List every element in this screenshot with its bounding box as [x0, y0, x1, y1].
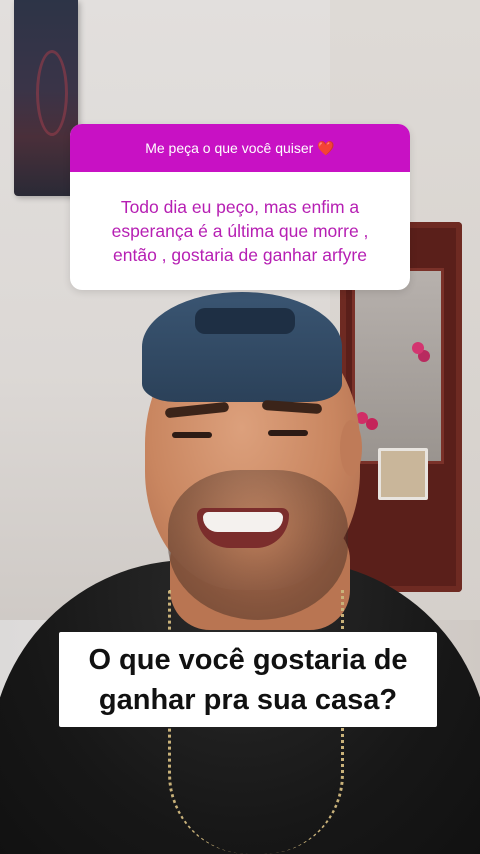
caption-text: O que você gostaria de ganhar pra sua ca… — [88, 643, 408, 716]
person-teeth — [203, 512, 283, 532]
wall-tapestry — [14, 0, 78, 196]
heart-icon: ❤️ — [317, 139, 335, 156]
video-caption: O que você gostaria de ganhar pra sua ca… — [59, 632, 437, 727]
right-eye — [268, 430, 308, 436]
question-answer: Todo dia eu peço, mas enfim a esperança … — [70, 172, 410, 290]
cap-strap — [195, 308, 295, 334]
question-sticker[interactable]: Me peça o que você quiser ❤️ Todo dia eu… — [70, 124, 410, 290]
photo-frame — [378, 448, 428, 500]
question-answer-text: Todo dia eu peço, mas enfim a esperança … — [111, 197, 369, 265]
person-ear — [340, 420, 362, 476]
story-frame: Me peça o que você quiser ❤️ Todo dia eu… — [0, 0, 480, 854]
question-sticker-header: Me peça o que você quiser ❤️ — [70, 124, 410, 172]
left-eye — [172, 432, 212, 438]
cabinet-mirror — [352, 268, 444, 464]
question-prompt: Me peça o que você quiser — [145, 140, 314, 156]
